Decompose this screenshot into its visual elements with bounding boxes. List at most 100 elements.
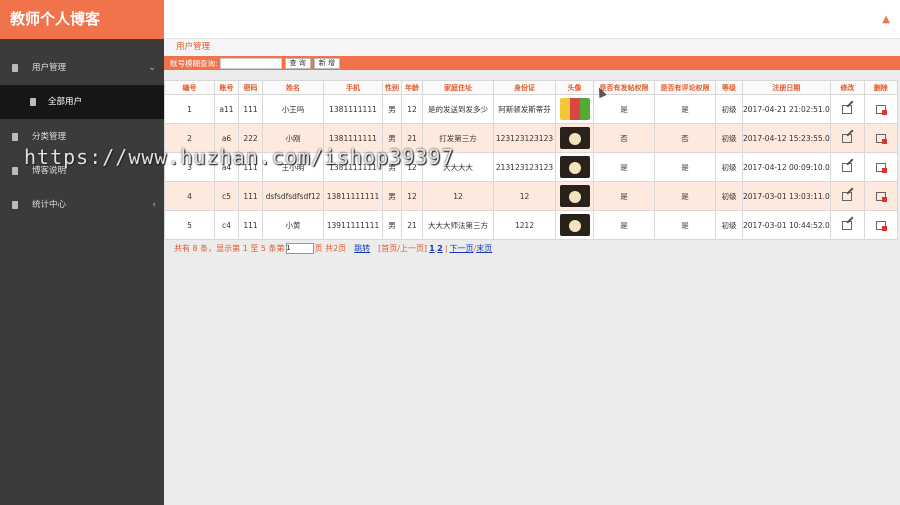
cell-reg-date: 2017-04-12 15:23:55.0 bbox=[742, 123, 831, 153]
table-row[interactable]: 5 c4 111 小黄 13911111111 男 21 大大大师法第三方 1212 是是初级 20… bbox=[164, 210, 898, 240]
delete-icon[interactable] bbox=[875, 133, 887, 144]
cell-gender: 男 bbox=[382, 181, 402, 211]
cell-name: dsfsdfsdfsdf12 bbox=[262, 181, 324, 211]
cell-phone: 13811111111 bbox=[323, 181, 383, 211]
add-button[interactable]: 新 增 bbox=[313, 57, 340, 69]
last-page-link[interactable]: 末页 bbox=[476, 243, 492, 254]
app-title: 教师个人博客 bbox=[0, 0, 164, 39]
cell-level: 初级 bbox=[715, 210, 743, 240]
sidebar-item-label: 统计中心 bbox=[32, 200, 67, 210]
column-header: 手机 bbox=[323, 80, 383, 95]
cell-post-perm: 是 bbox=[593, 181, 655, 211]
user-icon[interactable]: ▲ bbox=[882, 14, 890, 25]
column-header: 姓名 bbox=[262, 80, 324, 95]
column-header: 密码 bbox=[238, 80, 263, 95]
account-search-input[interactable] bbox=[219, 57, 282, 69]
next-page-link[interactable]: 下一页 bbox=[450, 243, 474, 254]
table-row[interactable]: 4 c5 111 dsfsdfsdfsdf12 13811111111 男 12 12 12 是是… bbox=[164, 181, 898, 211]
cell-phone: 13911111111 bbox=[323, 210, 383, 240]
cell-delete bbox=[863, 210, 898, 240]
top-bar: ▲ bbox=[164, 0, 900, 39]
pager-summary: 共有 8 条，显示第 1 至 5 条第 bbox=[174, 243, 285, 253]
file-icon bbox=[12, 167, 18, 175]
table-row[interactable]: 1 a11 111 小王吗 1381111111 男 12 是的发送到发多少 阿斯顿发斯蒂芬 是是… bbox=[164, 94, 898, 124]
column-header: 编号 bbox=[164, 80, 215, 95]
sidebar: 用户管理 ⌄ 全部用户 分类管理 博客说明 统计中心 ‹ bbox=[0, 39, 164, 505]
cell-comment-perm: 是 bbox=[654, 152, 716, 182]
cell-id: 1 bbox=[164, 94, 215, 124]
page-number-input[interactable] bbox=[285, 242, 314, 254]
pager-total: 页 共2页 bbox=[314, 243, 347, 253]
cell-account: c4 bbox=[214, 210, 239, 240]
edit-icon[interactable] bbox=[842, 220, 853, 230]
delete-icon[interactable] bbox=[875, 191, 887, 202]
cell-level: 初级 bbox=[715, 152, 743, 182]
cell-delete bbox=[863, 123, 898, 153]
pagination: 共有 8 条，显示第 1 至 5 条第 页 共2页 跳转 [首页/上一页] 1 … bbox=[164, 242, 900, 254]
sidebar-item-user-management[interactable]: 用户管理 ⌄ bbox=[0, 51, 164, 85]
delete-icon[interactable] bbox=[875, 162, 887, 173]
cell-avatar bbox=[555, 94, 594, 124]
cell-comment-perm: 否 bbox=[654, 123, 716, 153]
cell-gender: 男 bbox=[382, 94, 402, 124]
column-header: 修改 bbox=[829, 80, 865, 95]
cell-reg-date: 2017-03-01 10:44:52.0 bbox=[742, 210, 831, 240]
breadcrumb: 用户管理 bbox=[164, 39, 900, 56]
sidebar-item-label: 分类管理 bbox=[32, 132, 67, 142]
edit-icon[interactable] bbox=[842, 191, 853, 201]
cell-level: 初级 bbox=[715, 94, 743, 124]
cell-idcard: 1212 bbox=[493, 210, 556, 240]
sidebar-item-label: 用户管理 bbox=[32, 63, 67, 73]
column-header: 家庭住址 bbox=[422, 80, 494, 95]
avatar-face bbox=[568, 220, 581, 232]
sidebar-item-statistics[interactable]: 统计中心 ‹ bbox=[0, 188, 164, 222]
cell-edit bbox=[829, 210, 865, 240]
first-prev-link[interactable]: [首页/上一页] bbox=[378, 243, 427, 254]
cell-id: 4 bbox=[164, 181, 215, 211]
cell-comment-perm: 是 bbox=[654, 94, 716, 124]
cell-avatar bbox=[555, 210, 594, 240]
delete-icon[interactable] bbox=[875, 104, 887, 115]
cell-reg-date: 2017-04-21 21:02:51.0 bbox=[742, 94, 831, 124]
cell-name: 小黄 bbox=[262, 210, 324, 240]
cell-reg-date: 2017-03-01 13:03:11.0 bbox=[742, 181, 831, 211]
avatar bbox=[559, 185, 590, 207]
file-icon bbox=[12, 64, 18, 72]
cell-level: 初级 bbox=[715, 123, 743, 153]
cell-address: 是的发送到发多少 bbox=[422, 94, 494, 124]
cell-account: c5 bbox=[214, 181, 239, 211]
jump-link[interactable]: 跳转 bbox=[354, 243, 370, 254]
cell-idcard: 阿斯顿发斯蒂芬 bbox=[493, 94, 556, 124]
avatar-face bbox=[568, 133, 581, 145]
column-header: 删除 bbox=[863, 80, 898, 95]
column-header: 身份证 bbox=[493, 80, 556, 95]
cell-password: 111 bbox=[238, 181, 263, 211]
page-2-link[interactable]: 2 bbox=[437, 244, 443, 253]
cell-password: 111 bbox=[238, 210, 263, 240]
cell-delete bbox=[863, 94, 898, 124]
delete-icon[interactable] bbox=[875, 220, 887, 231]
sidebar-item-all-users[interactable]: 全部用户 bbox=[0, 85, 164, 119]
column-header: 账号 bbox=[214, 80, 239, 95]
cell-gender: 男 bbox=[382, 210, 402, 240]
edit-icon[interactable] bbox=[842, 162, 853, 172]
column-header: 等级 bbox=[715, 80, 743, 95]
edit-icon[interactable] bbox=[842, 104, 853, 114]
avatar bbox=[559, 156, 590, 178]
edit-icon[interactable] bbox=[842, 133, 853, 143]
cell-age: 12 bbox=[401, 181, 423, 211]
column-header: 头像 bbox=[555, 80, 594, 95]
cell-level: 初级 bbox=[715, 181, 743, 211]
cell-avatar bbox=[555, 152, 594, 182]
cell-age: 21 bbox=[401, 210, 423, 240]
cell-comment-perm: 是 bbox=[654, 181, 716, 211]
column-header: 是否有评论权限 bbox=[654, 80, 716, 95]
chevron-left-icon: ‹ bbox=[152, 200, 156, 210]
search-bar: 账号模糊查询: 查 询 新 增 bbox=[164, 56, 900, 70]
watermark: https://www.huzhan.com/ishop39397 bbox=[24, 145, 455, 169]
cell-post-perm: 否 bbox=[593, 123, 655, 153]
pager-divider: | bbox=[444, 243, 448, 253]
query-button[interactable]: 查 询 bbox=[284, 57, 311, 69]
cell-delete bbox=[863, 152, 898, 182]
column-header: 性别 bbox=[382, 80, 402, 95]
